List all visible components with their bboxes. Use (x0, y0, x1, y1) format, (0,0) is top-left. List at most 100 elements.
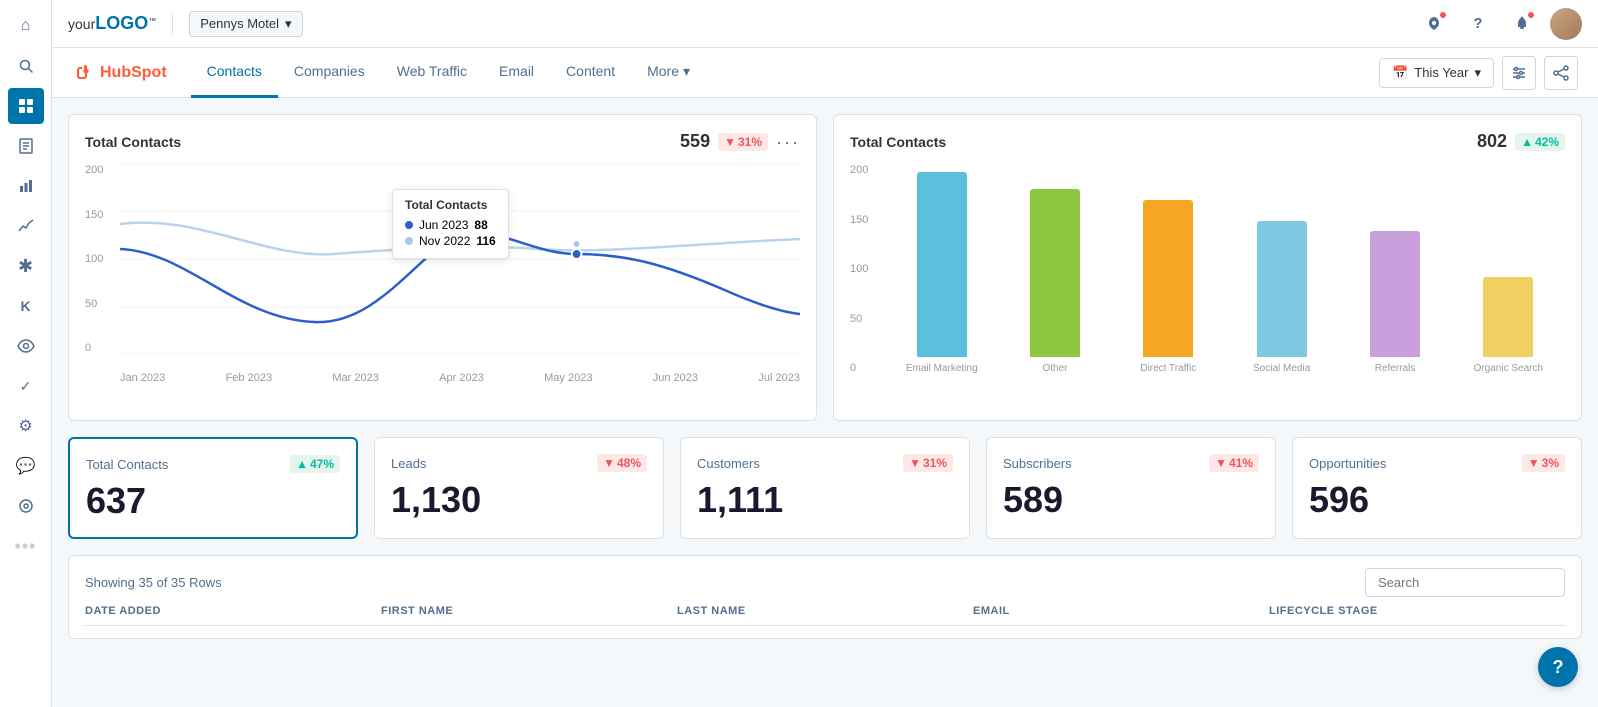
tab-web-traffic[interactable]: Web Traffic (381, 48, 483, 98)
date-chevron-icon: ▾ (1474, 65, 1481, 81)
metric-card-customers: Customers ▼ 31% 1,111 (680, 437, 970, 539)
tab-content[interactable]: Content (550, 48, 631, 98)
bar-direct-traffic (1143, 200, 1193, 358)
metric-title-total-contacts: Total Contacts (86, 457, 168, 472)
sidebar-icon-crm[interactable] (8, 328, 44, 364)
dashboard: Total Contacts 559 ▼ 31% ··· 20015010050… (52, 98, 1598, 707)
sidebar-icon-tools[interactable]: ✱ (8, 248, 44, 284)
sidebar-icon-activity[interactable] (8, 488, 44, 524)
tooltip-label-2: Nov 2022 (419, 234, 470, 248)
metric-header-subscribers: Subscribers ▼ 41% (1003, 454, 1259, 472)
customize-button[interactable] (1502, 56, 1536, 90)
sidebar-icon-contacts[interactable] (8, 128, 44, 164)
line-chart-x-labels: Jan 2023 Feb 2023 Mar 2023 Apr 2023 May … (120, 356, 800, 384)
sidebar-icon-search[interactable] (8, 48, 44, 84)
hubspot-label: HubSpot (100, 64, 167, 82)
chat-help-icon: ? (1553, 657, 1564, 678)
metric-change-opportunities: ▼ 3% (1522, 454, 1565, 472)
line-chart-header: Total Contacts 559 ▼ 31% ··· (85, 131, 800, 152)
down-arrow-icon-3: ▼ (909, 456, 921, 470)
bar-group-email-marketing: Email Marketing (885, 164, 998, 374)
bar-chart-stats: 802 ▲ 42% (1477, 131, 1565, 152)
sidebar-icon-reports[interactable] (8, 208, 44, 244)
tooltip-row-2: Nov 2022 116 (405, 234, 496, 248)
date-picker-button[interactable]: 📅 This Year ▾ (1379, 58, 1494, 88)
bar-chart-value: 802 (1477, 131, 1507, 152)
bar-label-organic-search: Organic Search (1474, 363, 1543, 374)
metric-change-subscribers: ▼ 41% (1209, 454, 1259, 472)
chart-tooltip: Total Contacts Jun 2023 88 Nov 2022 116 (392, 189, 509, 259)
table-search-input[interactable] (1365, 568, 1565, 597)
user-avatar[interactable] (1550, 8, 1582, 40)
sidebar-icon-dashboard[interactable] (8, 88, 44, 124)
tab-companies[interactable]: Companies (278, 48, 381, 98)
metric-value-customers: 1,111 (697, 480, 953, 520)
col-header-date: DATE ADDED (85, 605, 381, 617)
bar-label-other: Other (1042, 363, 1067, 374)
bar-label-direct-traffic: Direct Traffic (1140, 363, 1196, 374)
bar-chart-title: Total Contacts (850, 134, 946, 150)
help-chat-button[interactable]: ? (1538, 647, 1578, 687)
col-header-firstname: FIRST NAME (381, 605, 677, 617)
line-chart-more-button[interactable]: ··· (776, 133, 800, 151)
bar-group-referrals: Referrals (1338, 164, 1451, 374)
table-row-count: Showing 35 of 35 Rows (85, 575, 222, 590)
down-arrow-icon-4: ▼ (1215, 456, 1227, 470)
bar-chart-change: ▲ 42% (1515, 133, 1565, 151)
metric-change-total-contacts: ▲ 47% (290, 455, 340, 473)
tooltip-label-1: Jun 2023 (419, 218, 468, 232)
company-name: Pennys Motel (200, 16, 279, 31)
secondary-nav: HubSpot Contacts Companies Web Traffic E… (52, 48, 1598, 98)
metric-title-leads: Leads (391, 456, 426, 471)
hubspot-logo: HubSpot (72, 63, 167, 83)
line-chart-card: Total Contacts 559 ▼ 31% ··· 20015010050… (68, 114, 817, 421)
line-chart-area: Total Contacts Jun 2023 88 Nov 2022 116 (120, 164, 800, 354)
sidebar-icon-home[interactable]: ⌂ (8, 8, 44, 44)
nav-actions: 📅 This Year ▾ (1379, 56, 1578, 90)
line-chart-value: 559 (680, 131, 710, 152)
sidebar-icon-settings[interactable]: ⚙ (8, 408, 44, 444)
share-button[interactable] (1544, 56, 1578, 90)
tab-more[interactable]: More ▾ (631, 48, 706, 98)
tooltip-title: Total Contacts (405, 198, 496, 212)
metric-title-customers: Customers (697, 456, 760, 471)
metric-header-total-contacts: Total Contacts ▲ 47% (86, 455, 340, 473)
bar-label-referrals: Referrals (1375, 363, 1416, 374)
sidebar: ⌂ ✱ K (0, 0, 52, 707)
line-chart-change: ▼ 31% (718, 133, 768, 151)
notification-nav-button[interactable] (1506, 8, 1538, 40)
help-nav-button[interactable]: ? (1462, 8, 1494, 40)
company-chevron-icon: ▾ (285, 16, 292, 32)
down-arrow-icon-2: ▼ (603, 456, 615, 470)
rocket-nav-button[interactable] (1418, 8, 1450, 40)
metric-header-opportunities: Opportunities ▼ 3% (1309, 454, 1565, 472)
line-chart-title: Total Contacts (85, 134, 181, 150)
bar-label-social-media: Social Media (1253, 363, 1310, 374)
bar-chart-card: Total Contacts 802 ▲ 42% 200150100500 (833, 114, 1582, 421)
bar-social-media (1257, 221, 1307, 358)
metrics-row: Total Contacts ▲ 47% 637 Leads ▼ 48% 1,1… (68, 437, 1582, 539)
tooltip-dot-2 (405, 237, 413, 245)
company-selector[interactable]: Pennys Motel ▾ (189, 11, 302, 37)
tooltip-value-1: 88 (474, 218, 487, 232)
bar-referrals (1370, 231, 1420, 357)
col-header-lifecycle: LIFECYCLE STAGE (1269, 605, 1565, 617)
table-section: Showing 35 of 35 Rows DATE ADDED FIRST N… (68, 555, 1582, 639)
logo-area: yourLOGO™ (68, 13, 173, 34)
sidebar-icon-integrations[interactable]: K (8, 288, 44, 324)
col-header-email: EMAIL (973, 605, 1269, 617)
sidebar-icon-chat[interactable]: 💬 (8, 448, 44, 484)
sidebar-icon-tasks[interactable]: ✓ (8, 368, 44, 404)
bar-group-direct-traffic: Direct Traffic (1112, 164, 1225, 374)
charts-row: Total Contacts 559 ▼ 31% ··· 20015010050… (68, 114, 1582, 421)
line-chart-container: 200150100500 (85, 164, 800, 384)
bar-chart-area: Email Marketing Other Direct Traffic (885, 164, 1565, 374)
nav-right: ? (1418, 8, 1582, 40)
tab-contacts[interactable]: Contacts (191, 48, 278, 98)
metric-card-total-contacts: Total Contacts ▲ 47% 637 (68, 437, 358, 539)
sidebar-icon-analytics[interactable] (8, 168, 44, 204)
sidebar-icon-more[interactable]: ••• (8, 528, 44, 564)
tab-email[interactable]: Email (483, 48, 550, 98)
bar-label-email-marketing: Email Marketing (906, 363, 978, 374)
metric-header-leads: Leads ▼ 48% (391, 454, 647, 472)
